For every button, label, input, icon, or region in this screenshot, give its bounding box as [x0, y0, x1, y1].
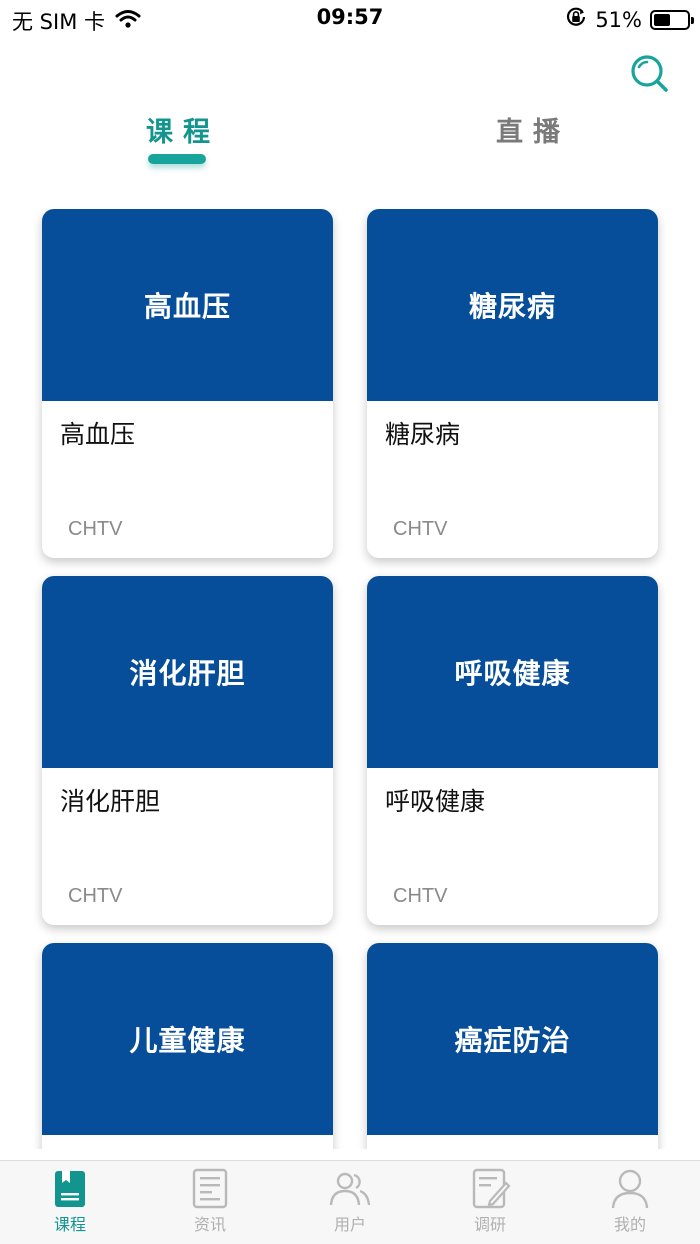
tabbar-item-profile[interactable]: 我的: [560, 1161, 700, 1244]
course-banner: 癌症防治: [367, 943, 658, 1135]
course-card[interactable]: 糖尿病 糖尿病 CHTV: [367, 209, 658, 558]
course-card[interactable]: 癌症防治: [367, 943, 658, 1149]
app-screen: 无 SIM 卡 09:57 51% 课程 直播 高血压 高血压 CHTV 糖尿病…: [0, 0, 700, 1244]
battery-fill: [654, 13, 670, 26]
course-banner: 儿童健康: [42, 943, 333, 1135]
course-source: CHTV: [393, 885, 448, 907]
tabbar-item-users[interactable]: 用户: [280, 1161, 420, 1244]
tabbar-label: 用户: [333, 1215, 366, 1234]
course-card[interactable]: 消化肝胆 消化肝胆 CHTV: [42, 576, 333, 925]
tabbar-item-news[interactable]: 资讯: [140, 1161, 280, 1244]
course-title: 消化肝胆: [60, 787, 161, 816]
battery-icon: [650, 9, 694, 30]
tabbar-label: 课程: [53, 1215, 86, 1234]
search-icon: [631, 55, 668, 92]
course-card[interactable]: 儿童健康: [42, 943, 333, 1149]
course-title: 糖尿病: [385, 420, 461, 449]
status-right: 51%: [565, 6, 694, 33]
course-banner: 呼吸健康: [367, 576, 658, 768]
course-source: CHTV: [68, 518, 123, 540]
course-card[interactable]: 高血压 高血压 CHTV: [42, 209, 333, 558]
bottom-tab-bar: 课程 资讯 用户 调研 我的: [0, 1160, 700, 1244]
tabbar-label: 我的: [613, 1215, 646, 1234]
active-tab-indicator: [148, 154, 206, 164]
course-grid: 高血压 高血压 CHTV 糖尿病 糖尿病 CHTV 消化肝胆 消化肝胆 CHTV…: [0, 209, 700, 1149]
tabbar-item-course[interactable]: 课程: [0, 1161, 140, 1244]
course-title: 呼吸健康: [385, 787, 486, 816]
course-banner: 消化肝胆: [42, 576, 333, 768]
tabbar-label: 调研: [473, 1215, 506, 1234]
battery-cap: [691, 16, 694, 24]
tab-course[interactable]: 课程: [146, 110, 220, 149]
users-icon: [329, 1172, 371, 1206]
course-title: 高血压: [60, 420, 136, 449]
tabbar-label: 资讯: [193, 1215, 226, 1234]
orientation-lock-icon: [565, 6, 587, 33]
tab-live[interactable]: 直播: [496, 110, 570, 149]
news-icon: [192, 1168, 228, 1209]
course-banner: 高血压: [42, 209, 333, 401]
book-icon: [55, 1171, 85, 1207]
status-bar: 无 SIM 卡 09:57 51%: [0, 0, 700, 36]
tabbar-item-survey[interactable]: 调研: [420, 1161, 560, 1244]
course-source: CHTV: [393, 518, 448, 540]
battery-percent: 51%: [595, 7, 642, 32]
course-banner: 糖尿病: [367, 209, 658, 401]
profile-icon: [611, 1169, 649, 1209]
course-card[interactable]: 呼吸健康 呼吸健康 CHTV: [367, 576, 658, 925]
survey-icon: [472, 1168, 511, 1209]
course-source: CHTV: [68, 885, 123, 907]
search-button[interactable]: [628, 52, 672, 96]
